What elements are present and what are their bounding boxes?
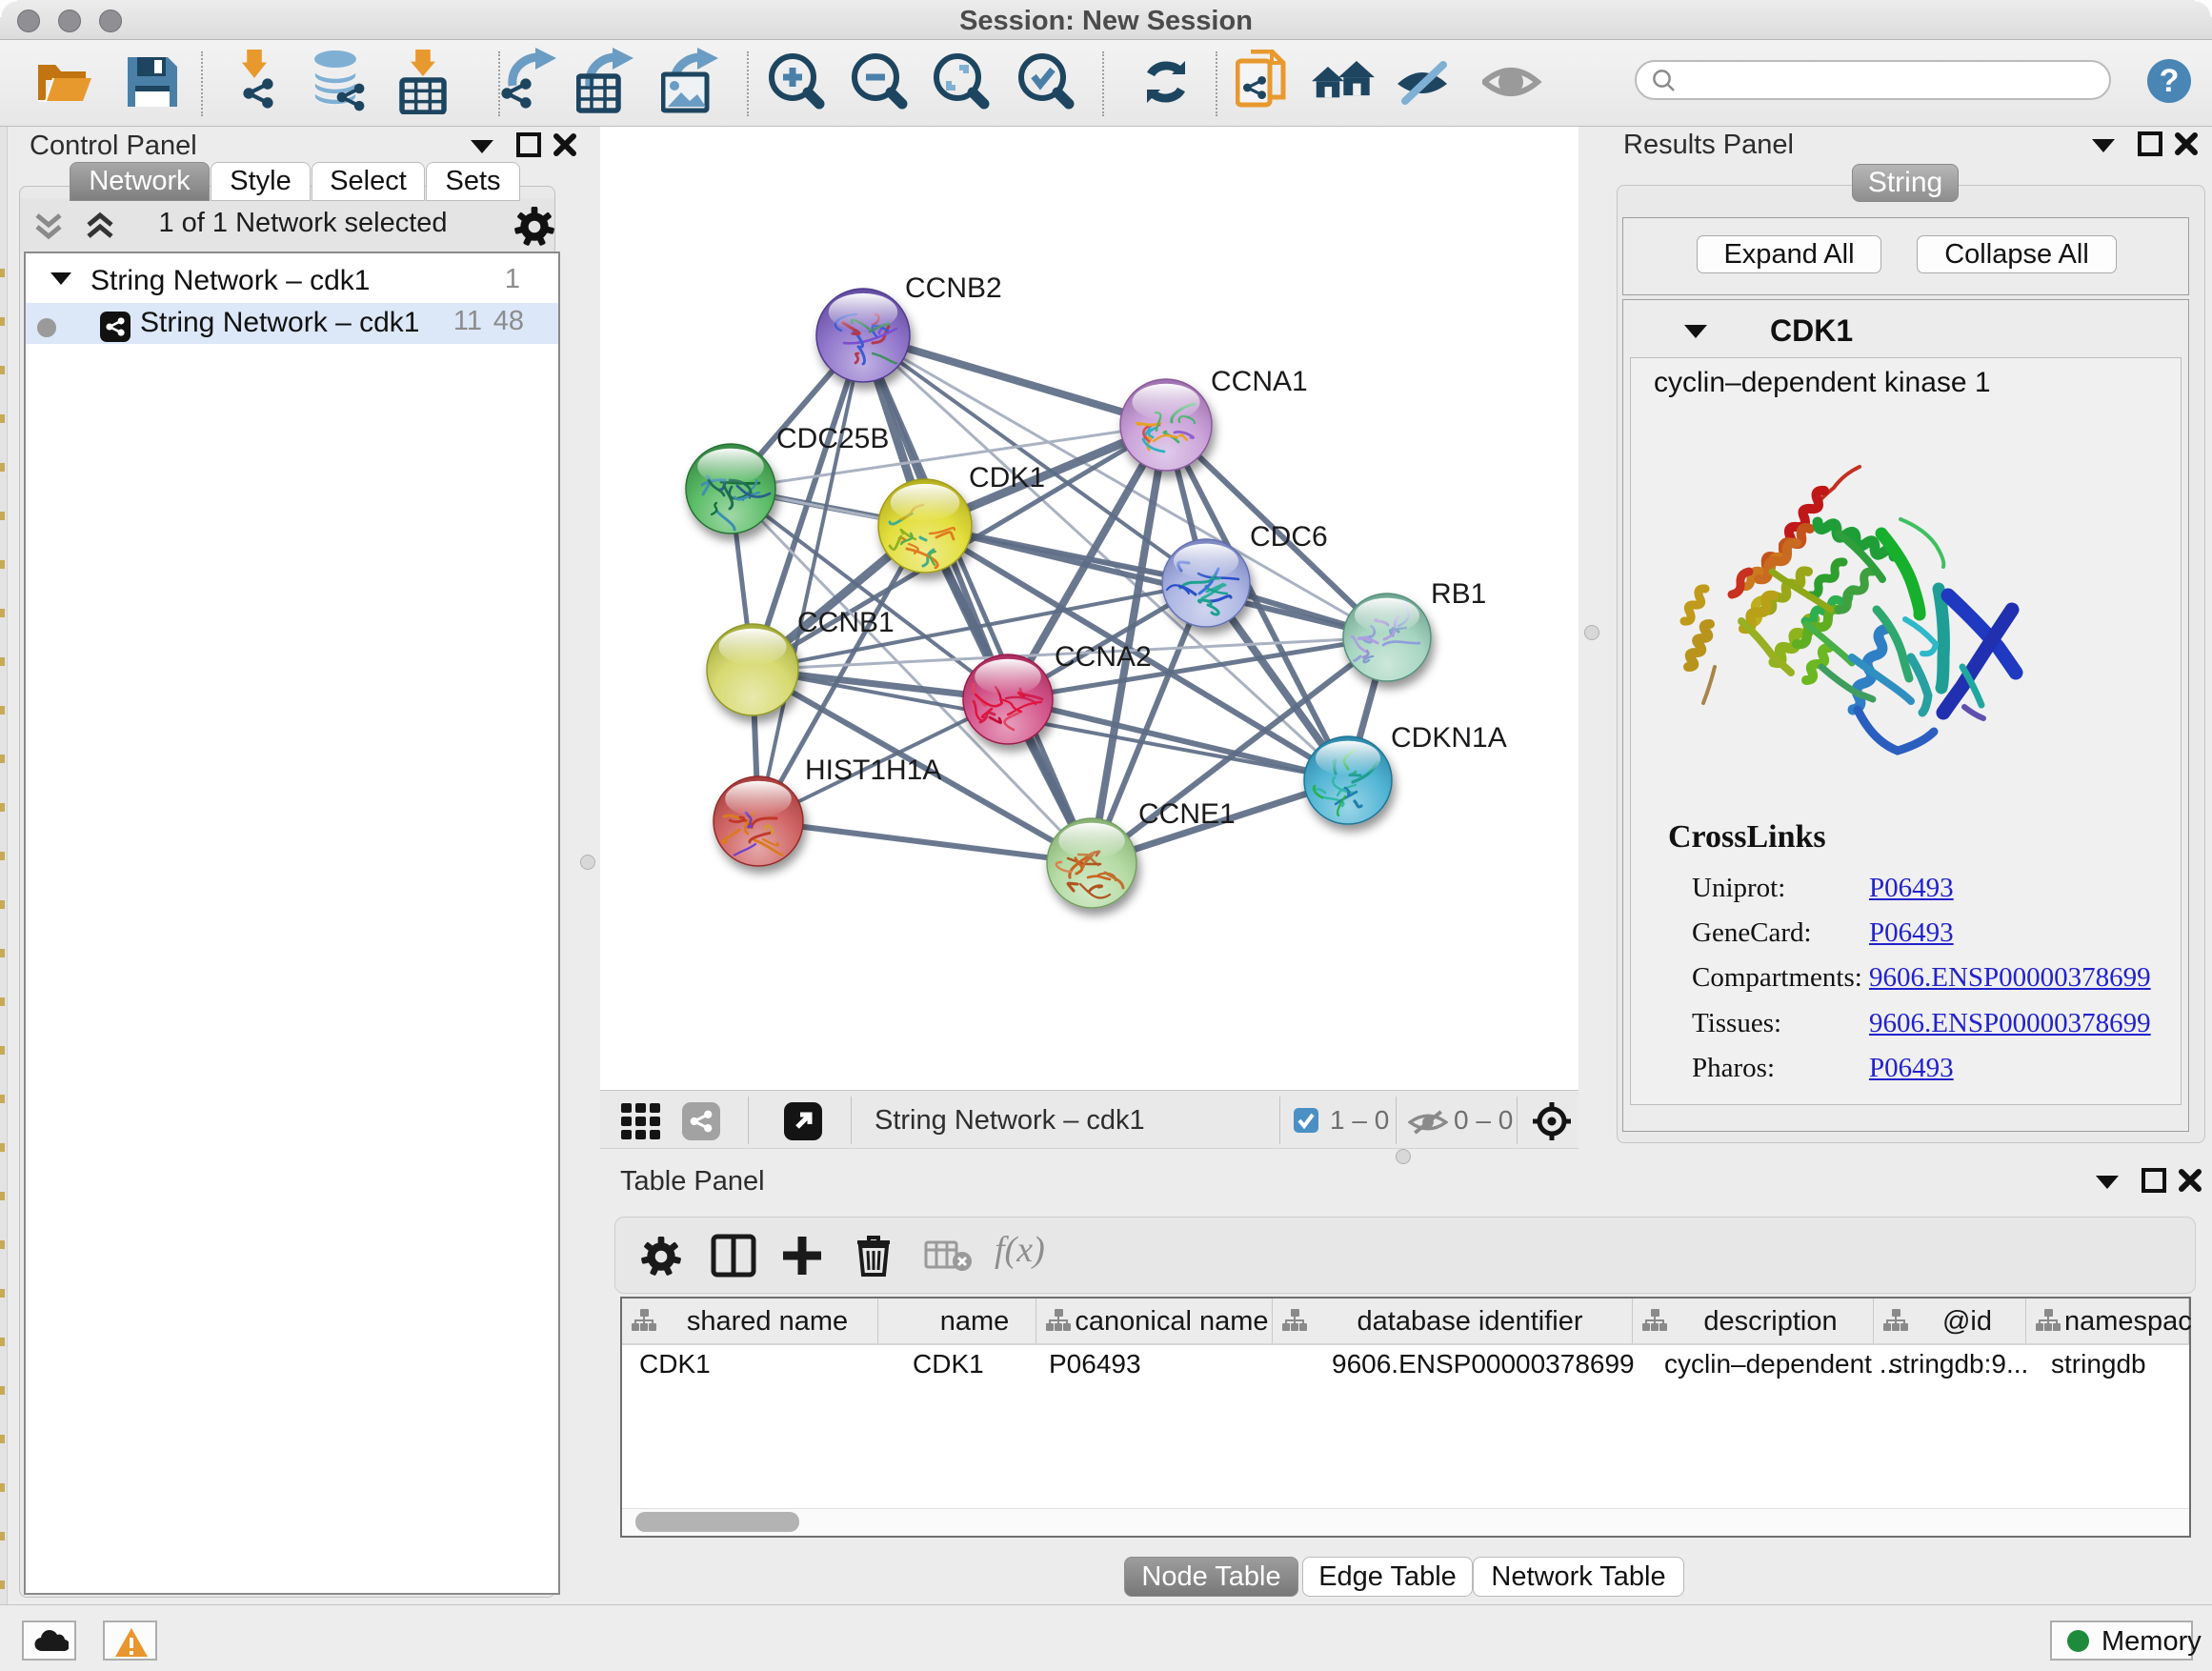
svg-text:HIST1H1A: HIST1H1A [805,755,941,786]
svg-text:CCNB1: CCNB1 [797,607,895,638]
svg-text:RB1: RB1 [1431,578,1486,610]
svg-text:CCNA1: CCNA1 [1211,366,1308,397]
svg-text:?: ? [2160,63,2180,99]
svg-text:CCNA2: CCNA2 [1055,641,1152,673]
svg-text:CDKN1A: CDKN1A [1391,722,1507,754]
svg-text:CDK1: CDK1 [969,462,1045,493]
svg-text:CCNB2: CCNB2 [905,272,1002,304]
svg-text:CCNE1: CCNE1 [1138,798,1236,830]
svg-text:CDC25B: CDC25B [776,423,889,454]
svg-text:CDC6: CDC6 [1250,521,1328,553]
